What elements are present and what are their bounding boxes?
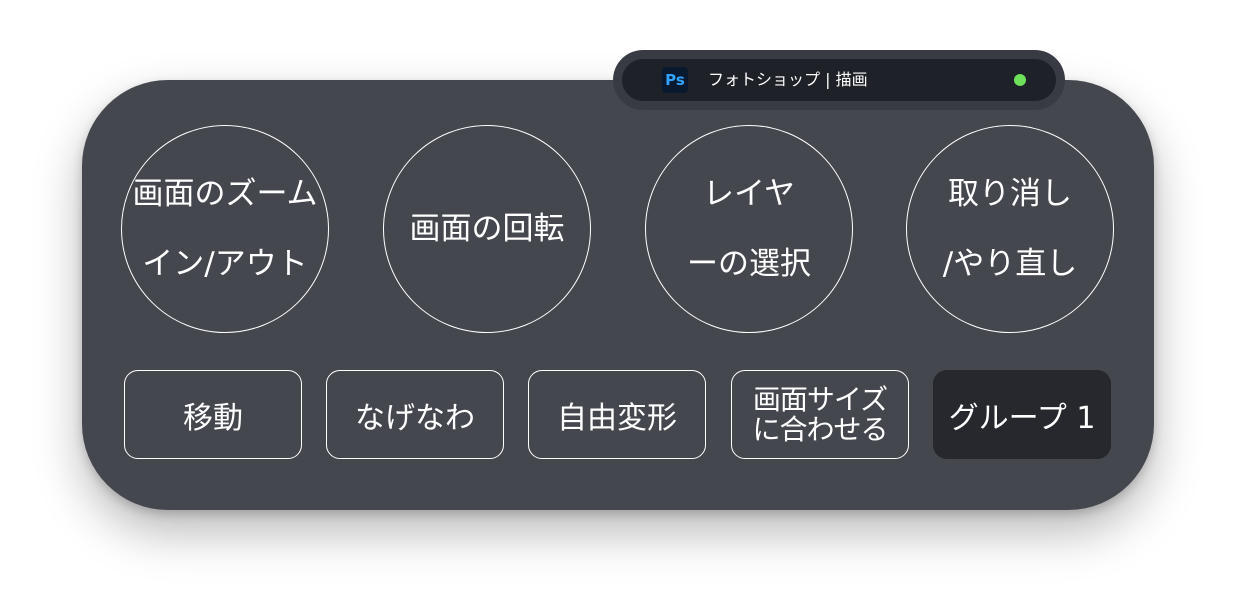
- move-tool-label: 移動: [183, 400, 243, 436]
- zoom-in-out-label-line1: 画面のズーム: [132, 176, 318, 212]
- rotate-view-label: 画面の回転: [409, 211, 565, 247]
- status-indicator-dot: [1014, 74, 1026, 86]
- titlebar-inner: Ps フォトショップ | 描画: [622, 59, 1056, 101]
- free-transform-label: 自由変形: [557, 400, 677, 436]
- undo-redo-label-line1: 取り消し: [948, 176, 1072, 212]
- free-transform-button[interactable]: 自由変形: [528, 370, 706, 459]
- select-layer-label-line1: レイヤ: [702, 176, 796, 212]
- lasso-tool-button[interactable]: なげなわ: [326, 370, 504, 459]
- move-tool-button[interactable]: 移動: [124, 370, 302, 459]
- select-layer-button[interactable]: レイヤ ーの選択: [645, 125, 853, 333]
- rotate-view-button[interactable]: 画面の回転: [383, 125, 591, 333]
- group-1-button[interactable]: グループ 1: [933, 370, 1111, 459]
- fit-to-screen-label-line2: に合わせる: [752, 412, 888, 446]
- zoom-in-out-label-line2: イン/アウト: [142, 246, 308, 282]
- titlebar: Ps フォトショップ | 描画: [613, 50, 1065, 110]
- undo-redo-button[interactable]: 取り消し /やり直し: [906, 125, 1114, 333]
- fit-to-screen-button[interactable]: 画面サイズ に合わせる: [731, 370, 909, 459]
- select-layer-label-line2: ーの選択: [687, 246, 811, 282]
- shortcut-panel-stage: Ps フォトショップ | 描画 画面のズーム イン/アウト 画面の回転 レイヤ …: [0, 0, 1236, 594]
- photoshop-icon: Ps: [662, 67, 688, 93]
- lasso-tool-label: なげなわ: [355, 400, 475, 436]
- titlebar-title: フォトショップ | 描画: [708, 70, 868, 89]
- zoom-in-out-button[interactable]: 画面のズーム イン/アウト: [121, 125, 329, 333]
- fit-to-screen-label-line1: 画面サイズ: [752, 382, 888, 416]
- group-1-label: グループ 1: [948, 400, 1096, 436]
- undo-redo-label-line2: /やり直し: [942, 246, 1078, 282]
